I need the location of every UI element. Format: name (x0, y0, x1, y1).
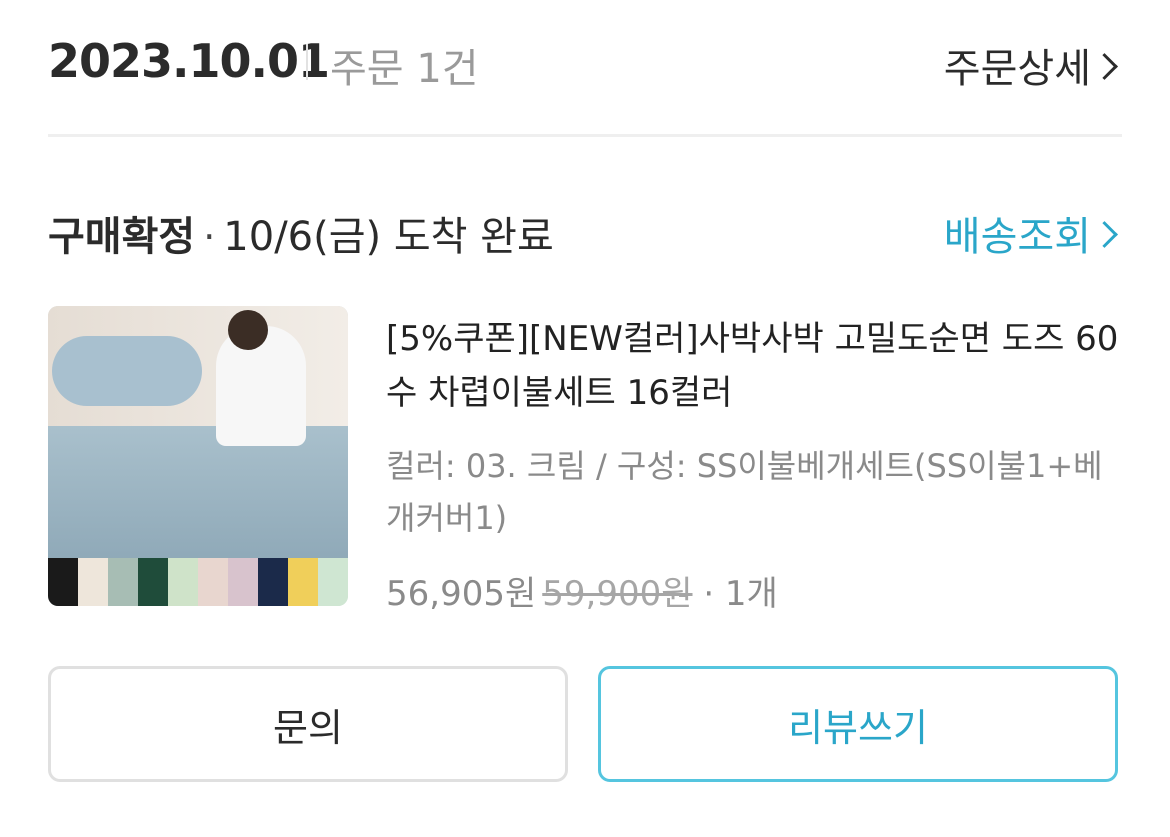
chevron-right-icon (1091, 53, 1118, 80)
original-price: 59,900원 (542, 574, 693, 614)
thumbnail-bedding (48, 426, 348, 561)
thumbnail-person-head (228, 310, 268, 350)
color-swatch (228, 558, 258, 606)
color-swatch (48, 558, 78, 606)
color-swatch (198, 558, 228, 606)
color-swatch-strip (48, 558, 348, 606)
track-delivery-link[interactable]: 배송조회 (943, 204, 1118, 262)
section-divider (48, 134, 1122, 137)
inquiry-button[interactable]: 문의 (48, 666, 568, 782)
thumbnail-pillow (52, 336, 202, 406)
color-swatch (288, 558, 318, 606)
color-swatch (108, 558, 138, 606)
write-review-button[interactable]: 리뷰쓰기 (598, 666, 1118, 782)
product-thumbnail[interactable] (48, 306, 348, 606)
purchase-status-label: 구매확정 (48, 214, 196, 260)
inquiry-button-label: 문의 (273, 705, 343, 750)
header-divider (306, 44, 308, 80)
delivery-status: 구매확정 · 10/6(금) 도착 완료 배송조회 (48, 204, 1122, 264)
quantity: · 1개 (703, 574, 778, 614)
order-detail-link[interactable]: 주문상세 (943, 36, 1118, 94)
color-swatch (258, 558, 288, 606)
write-review-button-label: 리뷰쓰기 (788, 705, 928, 750)
product-option: 컬러: 03. 크림 / 구성: SS이불베개세트(SS이불1+베개커버1) (386, 447, 1103, 537)
product-title[interactable]: [5%쿠폰][NEW컬러]사박사박 고밀도순면 도즈 60수 차렵이불세트 16… (386, 312, 1126, 420)
order-detail-label: 주문상세 (943, 46, 1091, 92)
color-swatch (78, 558, 108, 606)
chevron-right-icon (1091, 221, 1118, 248)
arrival-status-text: 10/6(금) 도착 완료 (223, 214, 554, 260)
order-header: 2023.10.01 주문 1건 주문상세 (48, 26, 1122, 96)
order-count: 주문 1건 (330, 46, 479, 92)
track-delivery-label: 배송조회 (943, 214, 1091, 260)
color-swatch (168, 558, 198, 606)
color-swatch (138, 558, 168, 606)
sale-price: 56,905원 (386, 574, 537, 614)
status-separator: · (203, 215, 216, 259)
color-swatch (318, 558, 348, 606)
price-line: 56,905원 59,900원 · 1개 (386, 566, 778, 615)
order-date: 2023.10.01 (48, 34, 330, 88)
